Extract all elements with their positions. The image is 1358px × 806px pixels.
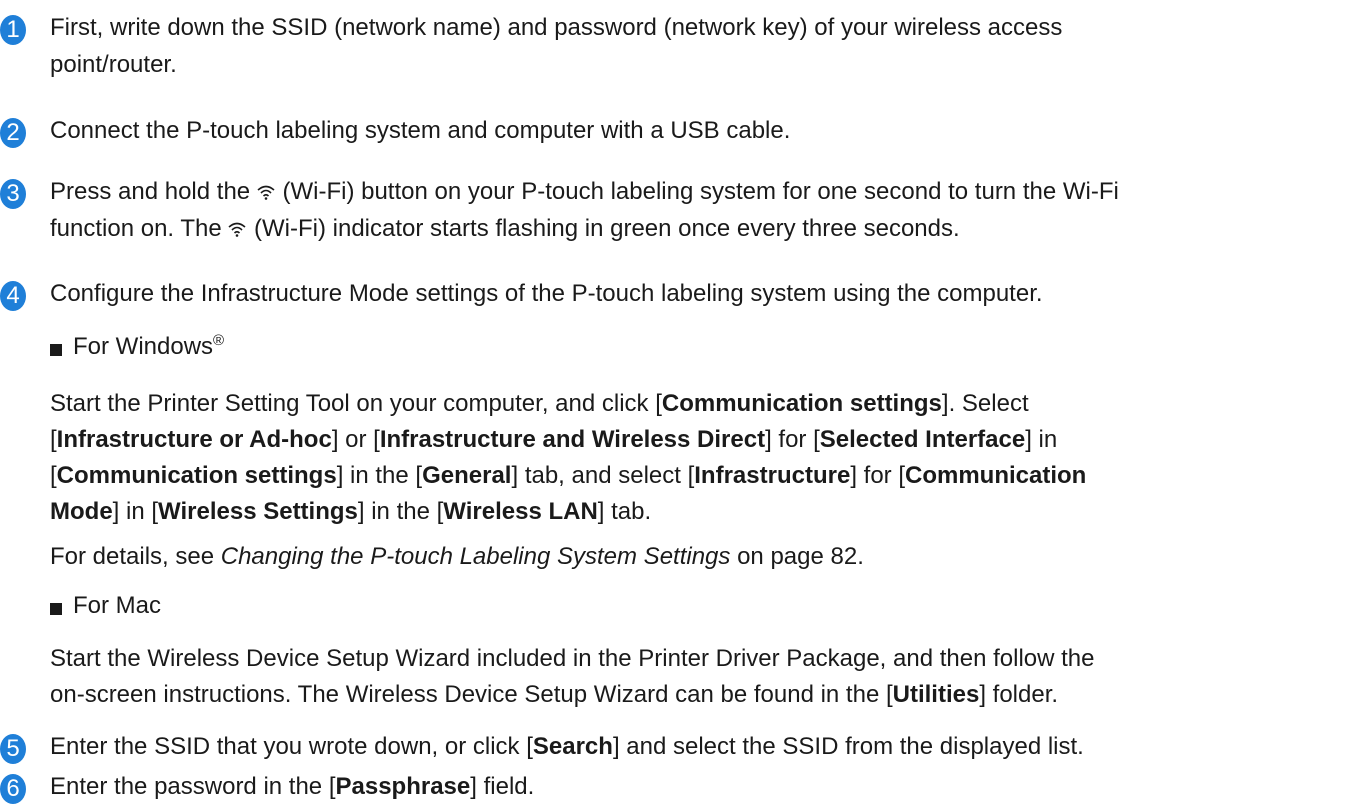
text-run: ] in [ bbox=[112, 498, 159, 525]
text-run: Enter the SSID that you wrote down, or c… bbox=[50, 733, 533, 760]
text-run: Press and hold the bbox=[50, 178, 257, 205]
text-run: ] in the [ bbox=[357, 498, 444, 525]
ui-term: Wireless LAN bbox=[443, 498, 598, 525]
step-text-line: function on. The (Wi-Fi) indicator start… bbox=[50, 211, 960, 247]
step-text-line: point/router. bbox=[50, 51, 177, 78]
text-run: ] field. bbox=[470, 773, 535, 800]
registered-mark: ® bbox=[213, 332, 225, 349]
windows-paragraph-line: [Communication settings] in the [General… bbox=[50, 458, 1086, 494]
ui-term: Wireless Settings bbox=[158, 498, 358, 525]
ui-term: Passphrase bbox=[335, 773, 471, 800]
step-number-badge: 6 bbox=[0, 774, 26, 804]
ui-term: General bbox=[422, 462, 512, 489]
step-number-badge: 4 bbox=[0, 281, 26, 311]
cross-reference-link[interactable]: Changing the P-touch Labeling System Set… bbox=[221, 543, 731, 570]
ui-term: Communication settings bbox=[661, 390, 942, 417]
step-text-line: Configure the Infrastructure Mode settin… bbox=[50, 280, 1043, 307]
ui-term: Search bbox=[532, 733, 613, 760]
text-run: ] tab, and select [ bbox=[511, 462, 695, 489]
text-run: ] for [ bbox=[765, 426, 820, 453]
step-text-line: Enter the password in the [Passphrase] f… bbox=[50, 769, 534, 805]
text-run: Enter the password in the [ bbox=[50, 773, 336, 800]
text-run: function on. The bbox=[50, 215, 229, 242]
ui-term: Selected Interface bbox=[819, 426, 1026, 453]
step-number-badge: 3 bbox=[0, 179, 26, 209]
mac-heading: For Mac bbox=[73, 592, 162, 619]
wifi-icon bbox=[228, 222, 246, 237]
windows-paragraph-line: [Infrastructure or Ad-hoc] or [Infrastru… bbox=[50, 422, 1057, 458]
step-number-badge: 2 bbox=[0, 118, 26, 148]
mac-paragraph-line: on-screen instructions. The Wireless Dev… bbox=[50, 677, 1058, 713]
text-run: Start the Printer Setting Tool on your c… bbox=[50, 390, 662, 417]
ui-term: Mode bbox=[50, 498, 113, 525]
windows-paragraph-line: Mode] in [Wireless Settings] in the [Wir… bbox=[50, 494, 651, 530]
text-run: ] for [ bbox=[850, 462, 905, 489]
ui-term: Communication bbox=[905, 462, 1087, 489]
step-text-line: First, write down the SSID (network name… bbox=[50, 14, 1063, 41]
step-text-line: Enter the SSID that you wrote down, or c… bbox=[50, 729, 1084, 765]
text-run: ] tab. bbox=[597, 498, 652, 525]
text-run: on page 82. bbox=[730, 543, 864, 570]
ui-term: Utilities bbox=[892, 681, 980, 708]
text-run: For details, see bbox=[50, 543, 221, 570]
step-number-badge: 1 bbox=[0, 15, 26, 45]
text-run: [ bbox=[50, 462, 57, 489]
step-text-line: Connect the P-touch labeling system and … bbox=[50, 117, 791, 144]
ui-term: Infrastructure and Wireless Direct bbox=[379, 426, 766, 453]
text-run: ] and select the SSID from the displayed… bbox=[612, 733, 1084, 760]
ui-term: Communication settings bbox=[56, 462, 337, 489]
text-run: For Windows bbox=[73, 333, 214, 360]
windows-details-line: For details, see Changing the P-touch La… bbox=[50, 539, 864, 575]
square-bullet-icon bbox=[50, 344, 62, 356]
text-run: ] folder. bbox=[979, 681, 1059, 708]
square-bullet-icon bbox=[50, 603, 62, 615]
ui-term: Infrastructure bbox=[694, 462, 851, 489]
text-run: (Wi-Fi) button on your P-touch labeling … bbox=[275, 178, 1119, 205]
text-run: [ bbox=[50, 426, 57, 453]
step-text-line: Press and hold the (Wi-Fi) button on you… bbox=[50, 174, 1119, 210]
windows-paragraph-line: Start the Printer Setting Tool on your c… bbox=[50, 386, 1029, 422]
text-run: ] in bbox=[1025, 426, 1058, 453]
mac-paragraph-line: Start the Wireless Device Setup Wizard i… bbox=[50, 645, 1095, 672]
text-run: ]. Select bbox=[941, 390, 1029, 417]
text-run: ] or [ bbox=[331, 426, 380, 453]
windows-heading: For Windows® bbox=[73, 329, 224, 365]
step-number-badge: 5 bbox=[0, 734, 26, 764]
text-run: ] in the [ bbox=[336, 462, 423, 489]
text-run: (Wi-Fi) indicator starts flashing in gre… bbox=[247, 215, 960, 242]
wifi-icon bbox=[257, 185, 275, 200]
text-run: on-screen instructions. The Wireless Dev… bbox=[50, 681, 893, 708]
ui-term: Infrastructure or Ad-hoc bbox=[56, 426, 332, 453]
